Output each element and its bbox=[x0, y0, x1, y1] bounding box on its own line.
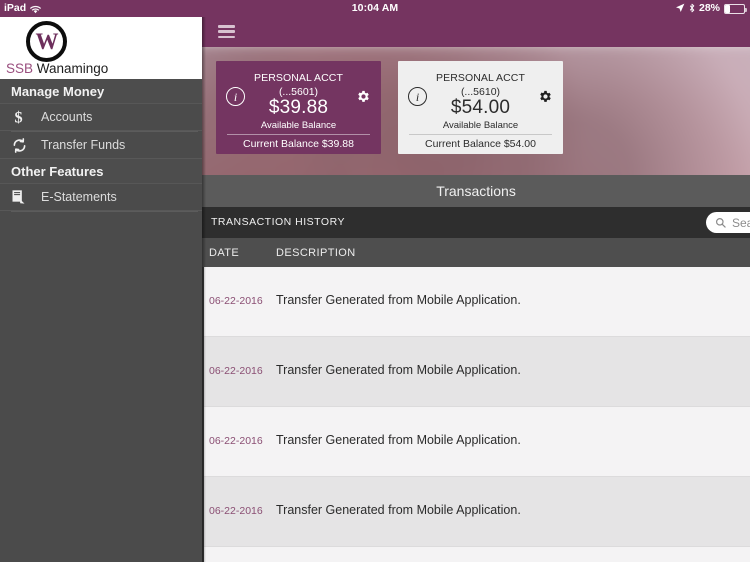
table-row[interactable]: 06-22-2016 Transfer Generated from Mobil… bbox=[202, 267, 750, 337]
search-icon bbox=[715, 217, 726, 228]
transaction-date: 06-22-2016 bbox=[209, 435, 263, 447]
account-title: PERSONAL ACCT bbox=[253, 72, 344, 84]
column-header-description: DESCRIPTION bbox=[276, 247, 356, 259]
transaction-date: 06-22-2016 bbox=[209, 295, 263, 307]
search-input[interactable]: Search bbox=[706, 212, 750, 233]
transaction-date: 06-22-2016 bbox=[209, 365, 263, 377]
table-row[interactable] bbox=[202, 547, 750, 562]
sidebar-item-label: E-Statements bbox=[41, 190, 117, 204]
sidebar-item-label: Accounts bbox=[41, 110, 93, 124]
current-balance-label: Current Balance $54.00 bbox=[425, 138, 536, 150]
transfer-arrows-icon bbox=[11, 137, 41, 153]
sidebar-item-label: Transfer Funds bbox=[41, 138, 126, 152]
account-card-personal-5610[interactable]: i PERSONAL ACCT (...5610) $54.00 Availab… bbox=[398, 61, 563, 154]
sidebar-section-manage-money: Manage Money bbox=[0, 79, 202, 104]
clock: 10:04 AM bbox=[351, 2, 399, 14]
sidebar-section-other-features: Other Features bbox=[0, 159, 202, 184]
bluetooth-icon bbox=[689, 3, 695, 13]
transaction-list[interactable]: 06-22-2016 Transfer Generated from Mobil… bbox=[202, 267, 750, 562]
bank-name-primary: SSB bbox=[6, 61, 34, 76]
location-arrow-icon bbox=[675, 3, 685, 13]
card-divider bbox=[409, 134, 552, 135]
table-column-headers: DATE DESCRIPTION bbox=[202, 238, 750, 267]
gear-icon[interactable] bbox=[535, 86, 555, 106]
document-icon bbox=[11, 189, 41, 205]
sidebar-item-accounts[interactable]: $ Accounts bbox=[0, 104, 202, 131]
available-balance-label: Available Balance bbox=[442, 120, 519, 131]
navigation-drawer: W SSB Wanamingo Manage Money $ Accounts bbox=[0, 17, 202, 562]
page-title: Transactions bbox=[202, 175, 750, 207]
sidebar-item-transfer-funds[interactable]: Transfer Funds bbox=[0, 132, 202, 159]
battery-percent: 28% bbox=[698, 2, 720, 14]
status-right-group: 28% bbox=[675, 2, 747, 14]
transaction-description: Transfer Generated from Mobile Applicati… bbox=[276, 293, 521, 307]
drawer-shadow bbox=[202, 17, 206, 562]
transaction-description: Transfer Generated from Mobile Applicati… bbox=[276, 433, 521, 447]
ipad-screen: i PERSONAL ACCT (...5601) $39.88 Availab… bbox=[0, 0, 750, 562]
account-card-personal-5601[interactable]: i PERSONAL ACCT (...5601) $39.88 Availab… bbox=[216, 61, 381, 154]
card-divider bbox=[227, 134, 370, 135]
table-row[interactable]: 06-22-2016 Transfer Generated from Mobil… bbox=[202, 477, 750, 547]
ios-status-bar: iPad 10:04 AM 28% bbox=[0, 0, 750, 17]
search-placeholder: Search bbox=[732, 215, 750, 230]
transaction-history-label: TRANSACTION HISTORY bbox=[211, 216, 345, 228]
table-row[interactable]: 06-22-2016 Transfer Generated from Mobil… bbox=[202, 337, 750, 407]
bank-brand-header: W SSB Wanamingo bbox=[0, 17, 202, 79]
account-title: PERSONAL ACCT bbox=[435, 72, 526, 84]
available-balance-label: Available Balance bbox=[260, 120, 337, 131]
sidebar-item-e-statements[interactable]: E-Statements bbox=[0, 184, 202, 211]
transaction-description: Transfer Generated from Mobile Applicati… bbox=[276, 363, 521, 377]
logo-letter: W bbox=[35, 28, 59, 54]
bank-name-secondary: Wanamingo bbox=[36, 61, 109, 76]
battery-icon bbox=[724, 4, 747, 14]
transaction-history-bar: TRANSACTION HISTORY Search bbox=[202, 207, 750, 238]
hamburger-menu-icon[interactable] bbox=[218, 25, 235, 38]
transaction-date: 06-22-2016 bbox=[209, 505, 263, 517]
dollar-sign-icon: $ bbox=[11, 108, 41, 126]
bank-name: SSB Wanamingo bbox=[6, 61, 108, 76]
transaction-description: Transfer Generated from Mobile Applicati… bbox=[276, 503, 521, 517]
gear-icon[interactable] bbox=[353, 86, 373, 106]
svg-text:$: $ bbox=[14, 109, 22, 126]
current-balance-label: Current Balance $39.88 bbox=[243, 138, 354, 150]
column-header-date: DATE bbox=[209, 247, 240, 259]
bank-logo-w-icon: W bbox=[26, 21, 67, 62]
sidebar-divider bbox=[11, 211, 198, 212]
table-row[interactable]: 06-22-2016 Transfer Generated from Mobil… bbox=[202, 407, 750, 477]
